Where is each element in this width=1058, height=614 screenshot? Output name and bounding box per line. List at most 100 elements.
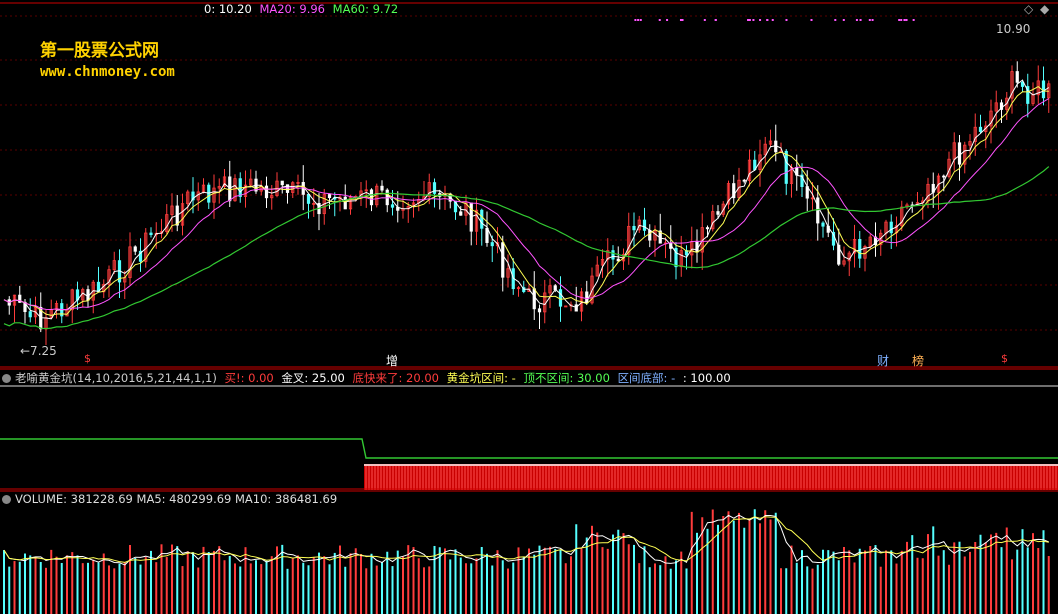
dollar-marker-2: $	[1001, 352, 1008, 365]
candle-body	[816, 197, 820, 224]
signal-dot	[855, 19, 858, 21]
candle-body	[942, 175, 946, 178]
settings-circle-icon[interactable]	[2, 374, 11, 383]
candle-body	[432, 182, 437, 194]
candle-body	[978, 126, 983, 132]
diamond-icon[interactable]: ◇	[1024, 2, 1033, 16]
price-high-label: 10.90	[996, 22, 1031, 36]
candle-body	[327, 194, 332, 199]
signal-dot	[634, 19, 637, 21]
signal-dot	[639, 19, 642, 21]
candle-body	[133, 246, 137, 252]
ma20-line	[3, 98, 1050, 311]
indicator-pane[interactable]: 老喻黄金坑(14,10,2016,5,21,44,1,1) 买!: 0.00 金…	[0, 368, 1058, 490]
candle-body	[616, 258, 620, 262]
cross-value: 金叉: 25.00	[281, 371, 345, 385]
diamond-filled-icon[interactable]: ◆	[1040, 2, 1049, 16]
signal-dot	[658, 19, 661, 21]
buy-value: : 0.00	[240, 371, 274, 385]
volume-values: VOLUME: 381228.69 MA5: 480299.69 MA10: 3…	[15, 492, 338, 506]
signal-dot	[842, 19, 845, 21]
candle-body	[1015, 71, 1019, 83]
bang-marker: 榜	[912, 354, 925, 368]
candle-body	[28, 311, 32, 318]
signal-dot	[834, 19, 837, 21]
signal-dot	[748, 19, 751, 21]
candle-body	[459, 211, 463, 216]
candle-body	[228, 176, 232, 202]
signal-dot	[703, 19, 706, 21]
watermark-url: www.chnmoney.com	[40, 64, 175, 80]
ma20-value: MA20: 9.96	[259, 2, 325, 16]
signal-dot	[637, 19, 640, 21]
pit-range-value: 黄金坑区间: -	[446, 371, 516, 385]
last-value: : 100.00	[682, 371, 731, 385]
bottom-part-value: 区间底部: -	[617, 371, 676, 385]
candle-body	[558, 289, 563, 307]
signal-dot	[912, 19, 915, 21]
signal-dot	[903, 19, 906, 21]
top-range-value: 顶不区间: 30.00	[523, 371, 610, 385]
candle-body	[574, 304, 578, 312]
candle-body	[632, 225, 636, 231]
ma60-value: MA60: 9.72	[332, 2, 399, 16]
signal-dot	[868, 19, 871, 21]
signal-dot	[766, 19, 769, 21]
signal-dot	[759, 19, 762, 21]
signal-dot	[871, 19, 874, 21]
volume-pane[interactable]: VOLUME: 381228.69 MA5: 480299.69 MA10: 3…	[0, 490, 1058, 614]
signal-dot	[898, 19, 901, 21]
price-value: 0: 10.20	[204, 2, 252, 16]
candle-body	[611, 250, 615, 260]
candle-body	[532, 288, 536, 310]
signal-dot	[771, 19, 774, 21]
candle-body	[343, 196, 347, 210]
indicator-header: 老喻黄金坑(14,10,2016,5,21,44,1,1) 买!: 0.00 金…	[0, 369, 735, 387]
zeng-marker: 增	[386, 354, 399, 368]
price-header: 0: 10.20 MA20: 9.96 MA60: 9.72	[204, 0, 402, 18]
candle-body	[821, 222, 825, 227]
candle-body	[537, 308, 542, 313]
candle-body	[642, 219, 647, 231]
ma5-line	[3, 79, 1050, 320]
candle-body	[86, 289, 90, 301]
signal-dot	[905, 19, 908, 21]
candle-body	[280, 180, 284, 186]
signal-dot	[900, 19, 903, 21]
volume-header: VOLUME: 381228.69 MA5: 480299.69 MA10: 3…	[0, 490, 341, 508]
price-low-label: ←7.25	[20, 344, 57, 358]
candle-body	[306, 193, 311, 204]
volume-canvas[interactable]	[0, 490, 1058, 614]
candle-body	[485, 227, 489, 243]
ma10-line	[3, 85, 1049, 316]
signal-dot	[859, 19, 862, 21]
candle-body	[380, 185, 384, 191]
indicator-name: 老喻黄金坑(14,10,2016,5,21,44,1,1)	[15, 371, 217, 385]
candle-body	[889, 221, 893, 234]
candle-body	[390, 204, 395, 208]
candle-body	[695, 241, 699, 253]
candle-body	[716, 211, 720, 215]
signal-dot	[785, 19, 788, 21]
signal-dot	[666, 19, 669, 21]
price-chart-pane[interactable]: 0: 10.20 MA20: 9.96 MA60: 9.72 第一股票公式网 w…	[0, 0, 1058, 368]
candle-body	[705, 227, 710, 230]
candle-body	[1020, 81, 1025, 87]
settings-circle-icon[interactable]	[2, 495, 11, 504]
watermark-title: 第一股票公式网	[40, 41, 159, 61]
dollar-marker: $	[84, 352, 91, 365]
candle-body	[784, 150, 788, 184]
signal-dot	[752, 19, 755, 21]
signal-dot	[747, 19, 750, 21]
signal-dot	[714, 19, 717, 21]
candle-body	[480, 209, 484, 229]
top-range-line	[0, 438, 1058, 459]
candle-body	[149, 232, 153, 236]
candle-body	[648, 229, 652, 241]
candle-body	[957, 142, 962, 165]
candle-body	[490, 242, 494, 247]
bottom-fast-value: 底快来了: 20.00	[352, 371, 439, 385]
candle-body	[858, 239, 862, 259]
candle-body	[501, 242, 505, 278]
buy-label: 买!	[224, 371, 241, 385]
